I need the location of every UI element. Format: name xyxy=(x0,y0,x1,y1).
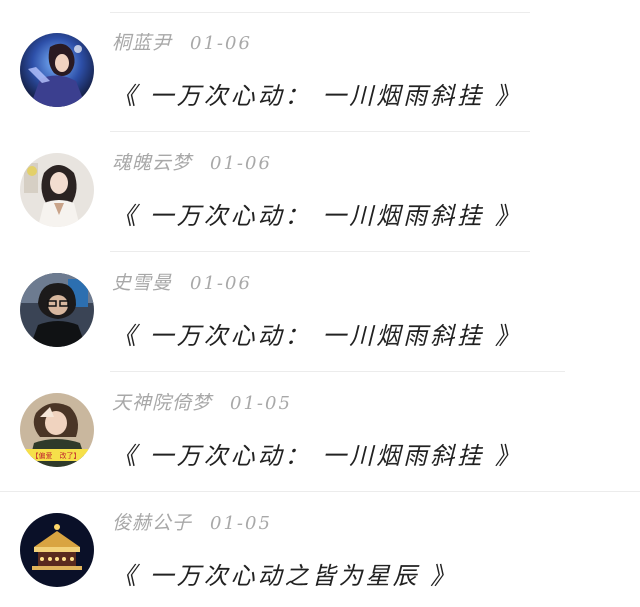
comment-text: 《 一万次心动： 一川烟雨斜挂 》 xyxy=(112,322,522,350)
fantasy-warrior-avatar-icon xyxy=(20,33,94,107)
girl-selfie-avatar-icon: 【偏爱 改了】 xyxy=(20,393,94,467)
comment-text: 《 一万次心动： 一川烟雨斜挂 》 xyxy=(112,202,522,230)
comment-meta: 魂魄云梦 01-06 xyxy=(112,148,272,175)
comment-date: 01-06 xyxy=(190,273,252,294)
comment-text: 《 一万次心动： 一川烟雨斜挂 》 xyxy=(112,442,522,470)
comment-date: 01-05 xyxy=(230,393,292,414)
username[interactable]: 天神院倚梦 xyxy=(112,392,212,414)
comment-meta: 天神院倚梦 01-05 xyxy=(112,388,292,415)
username[interactable]: 桐蓝尹 xyxy=(112,32,172,54)
comment-feed: 桐蓝尹 01-06 《 一万次心动： 一川烟雨斜挂 》 魂魄云梦 01-06 《 一… xyxy=(0,0,640,607)
comment-date: 01-06 xyxy=(210,153,272,174)
username[interactable]: 俊赫公子 xyxy=(112,512,192,534)
comment-item[interactable]: 魂魄云梦 01-06 《 一万次心动： 一川烟雨斜挂 》 xyxy=(0,120,640,240)
comment-text: 《 一万次心动之皆为星辰 》 xyxy=(112,562,458,590)
comment-meta: 史雪曼 01-06 xyxy=(112,268,252,295)
comment-item[interactable]: 桐蓝尹 01-06 《 一万次心动： 一川烟雨斜挂 》 xyxy=(0,0,640,120)
carousel-avatar-icon xyxy=(20,513,94,587)
comment-meta: 桐蓝尹 01-06 xyxy=(112,28,252,55)
comment-item[interactable]: 俊赫公子 01-05 《 一万次心动之皆为星辰 》 xyxy=(0,480,640,600)
person-photo-avatar-icon xyxy=(20,273,94,347)
comment-item[interactable]: 史雪曼 01-06 《 一万次心动： 一川烟雨斜挂 》 xyxy=(0,240,640,360)
username[interactable]: 史雪曼 xyxy=(112,272,172,294)
comment-meta: 俊赫公子 01-05 xyxy=(112,508,272,535)
username[interactable]: 魂魄云梦 xyxy=(112,152,192,174)
avatar[interactable] xyxy=(20,513,94,587)
avatar[interactable]: 【偏爱 改了】 xyxy=(20,393,94,467)
anime-character-avatar-icon xyxy=(20,153,94,227)
comment-date: 01-05 xyxy=(210,513,272,534)
avatar[interactable] xyxy=(20,153,94,227)
comment-date: 01-06 xyxy=(190,33,252,54)
comment-text: 《 一万次心动： 一川烟雨斜挂 》 xyxy=(112,82,522,110)
avatar[interactable] xyxy=(20,33,94,107)
comment-item[interactable]: 【偏爱 改了】 天神院倚梦 01-05 《 一万次心动： 一川烟雨斜挂 》 xyxy=(0,360,640,480)
avatar-badge-text: 【偏爱 改了】 xyxy=(32,451,81,460)
avatar[interactable] xyxy=(20,273,94,347)
